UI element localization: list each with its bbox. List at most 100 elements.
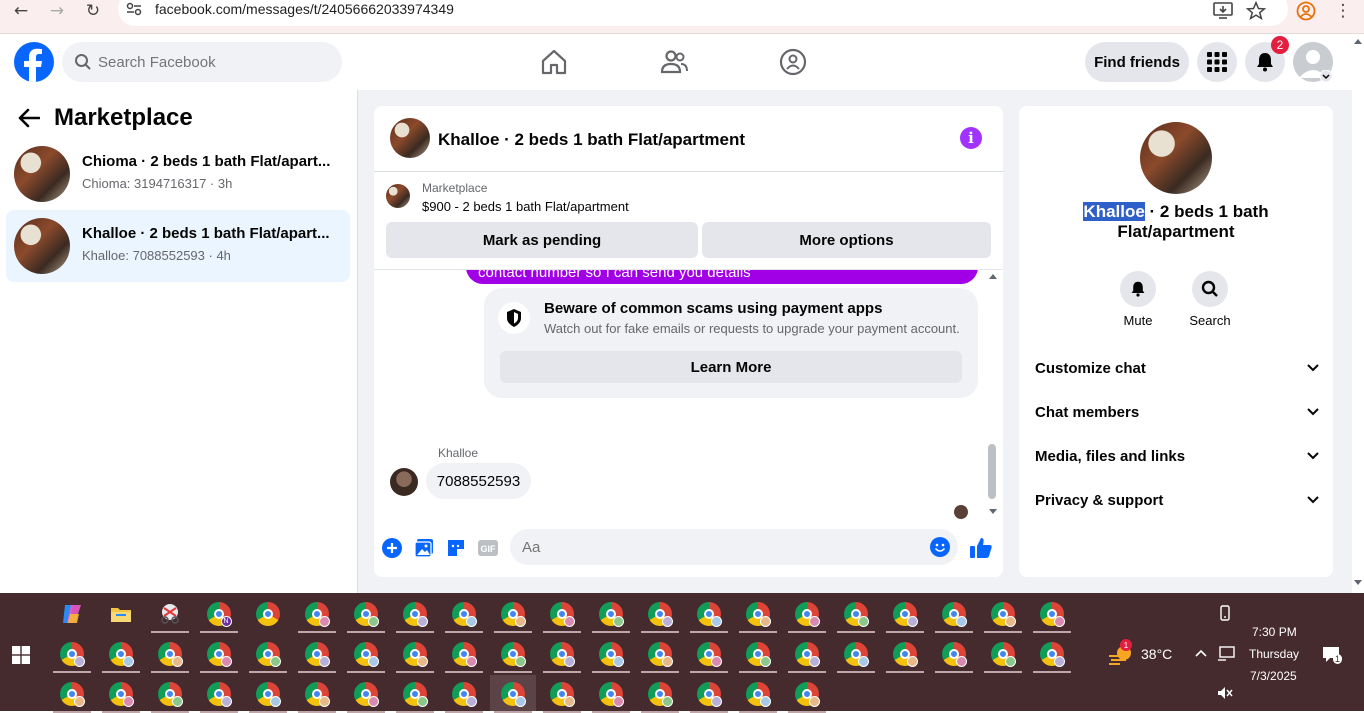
- mute-button[interactable]: Mute: [1108, 271, 1168, 328]
- chrome-profile-taskbar-icon[interactable]: [441, 595, 487, 633]
- account-dropdown-icon[interactable]: [1320, 70, 1332, 82]
- back-arrow-icon[interactable]: [18, 108, 40, 128]
- phone-link-icon[interactable]: [1218, 605, 1232, 621]
- copilot-icon[interactable]: [49, 595, 95, 633]
- friends-icon[interactable]: [660, 48, 688, 76]
- chrome-profile-taskbar-icon[interactable]: [784, 675, 830, 713]
- chrome-profile-taskbar-icon[interactable]: [147, 675, 193, 713]
- clock-date[interactable]: 7/3/2025: [1250, 669, 1297, 683]
- chrome-profile-taskbar-icon[interactable]: [833, 635, 879, 673]
- chrome-profile-taskbar-icon[interactable]: [294, 675, 340, 713]
- customize-chat-section[interactable]: Customize chat: [1035, 346, 1319, 390]
- chrome-profile-taskbar-icon[interactable]: [490, 675, 536, 713]
- browser-back-button[interactable]: ←: [6, 0, 36, 22]
- chrome-profile-taskbar-icon[interactable]: [784, 595, 830, 633]
- chrome-profile-taskbar-icon[interactable]: [735, 675, 781, 713]
- chrome-profile-taskbar-icon[interactable]: [245, 635, 291, 673]
- chat-thumbnail[interactable]: [390, 118, 430, 158]
- chrome-profile-taskbar-icon[interactable]: [245, 595, 291, 633]
- chrome-profile-taskbar-icon[interactable]: [392, 675, 438, 713]
- conversation-item[interactable]: Chioma · 2 beds 1 bath Flat/apart... Chi…: [6, 138, 350, 210]
- bookmark-star-icon[interactable]: [1246, 1, 1266, 21]
- listing-thumbnail[interactable]: [386, 184, 410, 208]
- browser-menu-icon[interactable]: ⋮: [1328, 0, 1358, 22]
- learn-more-button[interactable]: Learn More: [500, 351, 962, 383]
- clock-time[interactable]: 7:30 PM: [1252, 625, 1297, 639]
- install-app-icon[interactable]: [1213, 2, 1233, 20]
- chevron-up-icon[interactable]: [1195, 649, 1207, 657]
- site-settings-icon[interactable]: [126, 2, 142, 16]
- chrome-profile-taskbar-icon[interactable]: [539, 635, 585, 673]
- chrome-profile-taskbar-icon[interactable]: [686, 595, 732, 633]
- chrome-profile-taskbar-icon[interactable]: [343, 675, 389, 713]
- chat-title[interactable]: Khalloe · 2 beds 1 bath Flat/apartment: [438, 130, 745, 150]
- browser-reload-button[interactable]: ↻: [78, 0, 108, 22]
- chrome-profile-taskbar-icon[interactable]: [1029, 595, 1075, 633]
- windows-start-icon[interactable]: [12, 646, 30, 664]
- like-thumb-icon[interactable]: [969, 536, 993, 560]
- chrome-profile-taskbar-icon[interactable]: [686, 635, 732, 673]
- thread-scrollbar[interactable]: [986, 269, 1000, 519]
- chrome-profile-taskbar-icon[interactable]: [882, 595, 928, 633]
- chrome-profile-taskbar-icon[interactable]: [441, 635, 487, 673]
- chrome-profile-taskbar-icon[interactable]: [490, 595, 536, 633]
- mark-as-pending-button[interactable]: Mark as pending: [386, 222, 698, 258]
- message-input-box[interactable]: [510, 529, 958, 565]
- chrome-profile-taskbar-icon[interactable]: [686, 675, 732, 713]
- page-scrollbar[interactable]: [1352, 34, 1364, 593]
- chrome-profile-taskbar-icon[interactable]: [980, 595, 1026, 633]
- chat-members-section[interactable]: Chat members: [1035, 390, 1319, 434]
- scroll-down-icon[interactable]: [988, 508, 998, 516]
- chrome-profile-taskbar-icon[interactable]: N: [196, 595, 242, 633]
- search-in-conversation-button[interactable]: Search: [1180, 271, 1240, 328]
- chrome-profile-taskbar-icon[interactable]: [539, 675, 585, 713]
- privacy-support-section[interactable]: Privacy & support: [1035, 478, 1319, 522]
- media-files-links-section[interactable]: Media, files and links: [1035, 434, 1319, 478]
- message-input[interactable]: [522, 529, 912, 565]
- volume-muted-icon[interactable]: [1217, 686, 1233, 700]
- profile-thumbnail[interactable]: [1140, 122, 1212, 194]
- photo-icon[interactable]: [412, 536, 436, 560]
- chrome-profile-taskbar-icon[interactable]: [441, 675, 487, 713]
- find-friends-button[interactable]: Find friends: [1085, 42, 1189, 82]
- chrome-profile-taskbar-icon[interactable]: [1029, 635, 1075, 673]
- search-input[interactable]: [98, 42, 328, 82]
- snipping-tool-icon[interactable]: [147, 595, 193, 633]
- file-explorer-icon[interactable]: [98, 595, 144, 633]
- chrome-profile-taskbar-icon[interactable]: [392, 595, 438, 633]
- scrollbar-thumb[interactable]: [988, 444, 996, 499]
- chrome-profile-taskbar-icon[interactable]: [931, 595, 977, 633]
- chrome-profile-taskbar-icon[interactable]: [49, 675, 95, 713]
- chrome-profile-taskbar-icon[interactable]: [931, 635, 977, 673]
- chrome-profile-taskbar-icon[interactable]: [588, 635, 634, 673]
- chrome-profile-taskbar-icon[interactable]: [588, 595, 634, 633]
- weather-temperature[interactable]: 38°C: [1141, 646, 1172, 662]
- chrome-profile-taskbar-icon[interactable]: [637, 675, 683, 713]
- chrome-profile-taskbar-icon[interactable]: [735, 595, 781, 633]
- scroll-up-icon[interactable]: [988, 272, 998, 280]
- chrome-profile-taskbar-icon[interactable]: [343, 635, 389, 673]
- emoji-icon[interactable]: [930, 537, 950, 557]
- network-icon[interactable]: [1217, 646, 1235, 662]
- profile-icon[interactable]: [1296, 1, 1316, 21]
- search-box[interactable]: [62, 42, 342, 82]
- chrome-profile-taskbar-icon[interactable]: [294, 635, 340, 673]
- chrome-profile-taskbar-icon[interactable]: [980, 635, 1026, 673]
- chrome-profile-taskbar-icon[interactable]: [784, 635, 830, 673]
- chrome-profile-taskbar-icon[interactable]: [196, 675, 242, 713]
- chrome-profile-taskbar-icon[interactable]: [490, 635, 536, 673]
- sticker-icon[interactable]: [444, 536, 468, 560]
- facebook-logo[interactable]: [14, 42, 54, 82]
- chrome-profile-taskbar-icon[interactable]: [49, 635, 95, 673]
- sender-avatar[interactable]: [390, 468, 418, 496]
- chrome-profile-taskbar-icon[interactable]: [147, 635, 193, 673]
- selected-name-text[interactable]: Khalloe: [1083, 202, 1145, 221]
- more-options-button[interactable]: More options: [702, 222, 991, 258]
- url-text[interactable]: facebook.com/messages/t/2405666203397434…: [155, 1, 454, 17]
- chrome-profile-taskbar-icon[interactable]: [588, 675, 634, 713]
- scroll-down-icon[interactable]: [1354, 580, 1362, 586]
- scroll-up-icon[interactable]: [1354, 38, 1362, 44]
- conversation-info-icon[interactable]: i: [960, 127, 982, 149]
- chrome-profile-taskbar-icon[interactable]: [196, 635, 242, 673]
- chrome-profile-taskbar-icon[interactable]: [735, 635, 781, 673]
